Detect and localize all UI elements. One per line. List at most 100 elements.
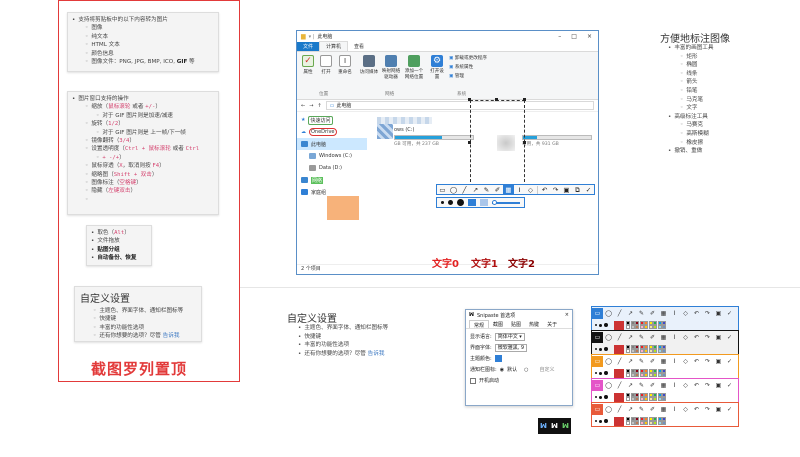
palette-swatch[interactable]	[653, 373, 657, 378]
palette-swatch[interactable]	[653, 344, 657, 349]
palette-swatch[interactable]	[626, 349, 630, 354]
palette-swatch[interactable]	[626, 325, 630, 330]
palette-swatch[interactable]	[626, 368, 630, 373]
palette-swatch[interactable]	[639, 397, 644, 402]
palette-swatch[interactable]	[662, 349, 666, 354]
mosaic-icon[interactable]: ▦	[658, 332, 669, 343]
pencil-icon[interactable]: ✎	[636, 356, 647, 367]
palette-swatch[interactable]	[662, 416, 666, 421]
forward-icon[interactable]: →	[309, 103, 313, 109]
nav-quick-access[interactable]: ★ 快速访问	[297, 114, 367, 126]
tab-hotkeys[interactable]: 热键	[525, 320, 543, 328]
eraser-icon[interactable]: ◇	[680, 308, 691, 319]
theme-color-swatch[interactable]	[494, 355, 502, 362]
save-icon[interactable]: ▣	[713, 308, 724, 319]
palette-swatch[interactable]	[639, 373, 644, 378]
redo-icon[interactable]: ↷	[702, 332, 713, 343]
tab-computer[interactable]: 计算机	[319, 41, 349, 51]
size-dot[interactable]	[604, 323, 608, 327]
selection-handle[interactable]	[523, 98, 526, 101]
size-small[interactable]	[441, 201, 444, 204]
palette-swatch[interactable]	[635, 373, 639, 378]
save-icon[interactable]: ▣	[713, 380, 724, 391]
palette-swatch[interactable]	[630, 320, 635, 325]
palette-swatch[interactable]	[657, 397, 662, 402]
tab-view[interactable]: 查看	[348, 42, 370, 51]
nav-this-pc[interactable]: 此电脑	[297, 138, 367, 150]
arrow-icon[interactable]: ↗	[625, 308, 636, 319]
selection-rectangle[interactable]	[470, 100, 525, 187]
palette-swatch[interactable]	[644, 392, 648, 397]
pencil-icon[interactable]: ✎	[481, 185, 492, 195]
undo-icon[interactable]: ↶	[691, 308, 702, 319]
palette-swatch[interactable]	[626, 392, 630, 397]
palette-swatch[interactable]	[653, 392, 657, 397]
ellipse-icon[interactable]: ◯	[603, 404, 614, 415]
redo-icon[interactable]: ↷	[702, 380, 713, 391]
selection-handle[interactable]	[495, 98, 498, 101]
mosaic-icon[interactable]: ▦	[658, 356, 669, 367]
palette-swatch[interactable]	[639, 325, 644, 330]
close-icon[interactable]: ×	[587, 33, 592, 40]
size-dot[interactable]	[599, 395, 602, 399]
mosaic-icon[interactable]: ▦	[503, 184, 514, 195]
palette-swatch[interactable]	[635, 320, 639, 325]
arrow-icon[interactable]: ↗	[470, 185, 481, 195]
check-icon[interactable]: ✓	[724, 356, 735, 367]
tab-general[interactable]: 常规	[469, 320, 490, 329]
radio-default[interactable]: ◉	[500, 367, 504, 373]
palette-swatch[interactable]	[657, 349, 662, 354]
palette-swatch[interactable]	[639, 349, 644, 354]
redo-icon[interactable]: ↷	[702, 308, 713, 319]
palette-swatch[interactable]	[644, 325, 648, 330]
palette-swatch[interactable]	[644, 320, 648, 325]
palette-swatch[interactable]	[644, 416, 648, 421]
tab-about[interactable]: 关于	[543, 320, 561, 328]
palette-swatch[interactable]	[657, 325, 662, 330]
tell-me-link[interactable]: 告诉我	[368, 351, 385, 357]
palette-swatch[interactable]	[639, 421, 644, 426]
palette-swatch[interactable]	[644, 344, 648, 349]
tab-file[interactable]: 文件	[297, 42, 320, 51]
eraser-icon[interactable]: ◇	[525, 185, 536, 195]
palette-swatch[interactable]	[662, 325, 666, 330]
palette-swatch[interactable]	[662, 421, 666, 426]
arrow-icon[interactable]: ↗	[625, 404, 636, 415]
palette-swatch[interactable]	[644, 421, 648, 426]
size-dot[interactable]	[604, 347, 608, 351]
size-dot[interactable]	[595, 372, 597, 374]
minimize-icon[interactable]: –	[558, 33, 561, 40]
mosaic-icon[interactable]: ▦	[658, 380, 669, 391]
palette-swatch[interactable]	[626, 373, 630, 378]
manage-button[interactable]: ▣ 管理	[449, 73, 464, 79]
palette-swatch[interactable]	[653, 349, 657, 354]
pencil-icon[interactable]: ✎	[636, 308, 647, 319]
palette-swatch[interactable]	[648, 416, 653, 421]
nav-network[interactable]: 网络	[297, 174, 367, 186]
eraser-icon[interactable]: ◇	[680, 404, 691, 415]
save-icon[interactable]: ▣	[561, 185, 572, 195]
check-icon[interactable]: ✓	[724, 308, 735, 319]
palette-swatch[interactable]	[639, 392, 644, 397]
quick-access-toolbar[interactable]: ▾ |	[309, 34, 315, 40]
arrow-icon[interactable]: ↗	[625, 380, 636, 391]
palette-swatch[interactable]	[635, 421, 639, 426]
text-icon[interactable]: I	[669, 404, 680, 415]
palette-swatch[interactable]	[657, 392, 662, 397]
undo-icon[interactable]: ↶	[691, 380, 702, 391]
palette-swatch[interactable]	[630, 373, 635, 378]
system-properties-button[interactable]: ▣ 系统属性	[449, 64, 473, 70]
rect-icon[interactable]: ▭	[592, 379, 603, 391]
undo-icon[interactable]: ↶	[539, 185, 550, 195]
palette-swatch[interactable]	[644, 349, 648, 354]
line-icon[interactable]: ╱	[614, 332, 625, 343]
palette-swatch[interactable]	[657, 320, 662, 325]
rect-icon[interactable]: ▭	[592, 331, 603, 343]
palette-swatch[interactable]	[626, 397, 630, 402]
access-media-button[interactable]: 访问媒体	[359, 55, 379, 75]
size-dot[interactable]	[595, 420, 597, 422]
palette-swatch[interactable]	[639, 368, 644, 373]
mosaic-icon[interactable]: ▦	[658, 308, 669, 319]
ellipse-icon[interactable]: ◯	[603, 332, 614, 343]
current-color-swatch[interactable]	[614, 320, 624, 330]
